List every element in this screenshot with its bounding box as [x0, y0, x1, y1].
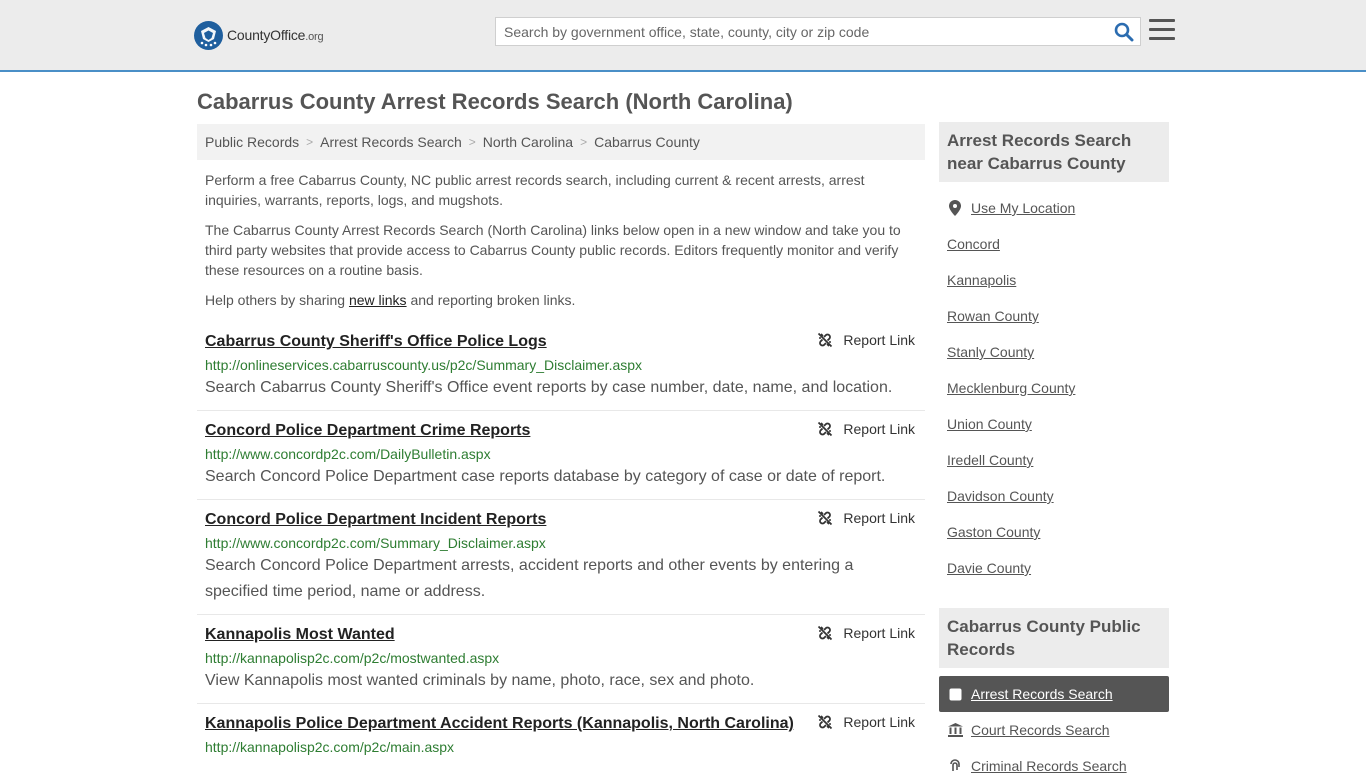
report-link-button[interactable]: Report Link: [817, 421, 915, 437]
records-link-court-records-search[interactable]: Court Records Search: [939, 712, 1169, 748]
report-link-label: Report Link: [843, 421, 915, 437]
breadcrumb-arrest-records-search[interactable]: Arrest Records Search: [320, 134, 462, 150]
result-description: Search Concord Police Department case re…: [205, 468, 886, 485]
report-link-label: Report Link: [843, 510, 915, 526]
records-link-arrest-records-search[interactable]: Arrest Records Search: [939, 676, 1169, 712]
result-item: Kannapolis Most Wanted Report Link http:…: [197, 615, 925, 704]
breadcrumb-separator: >: [306, 135, 314, 149]
result-url[interactable]: http://onlineservices.cabarruscounty.us/…: [205, 356, 917, 374]
site-logo[interactable]: CountyOffice.org: [194, 20, 324, 50]
report-link-button[interactable]: Report Link: [817, 625, 915, 641]
sidebar-public-records: Cabarrus County Public Records Arrest Re…: [939, 608, 1169, 784]
records-link-criminal-records-search[interactable]: Criminal Records Search: [939, 748, 1169, 784]
hamburger-menu-icon[interactable]: [1149, 19, 1175, 43]
nearby-link-stanly-county[interactable]: Stanly County: [939, 334, 1169, 370]
report-link-label: Report Link: [843, 714, 915, 730]
intro-paragraph-2: The Cabarrus County Arrest Records Searc…: [205, 222, 901, 278]
fingerprint-icon: [947, 759, 963, 773]
report-link-label: Report Link: [843, 625, 915, 641]
intro-paragraph-1: Perform a free Cabarrus County, NC publi…: [205, 172, 865, 208]
results-list: Cabarrus County Sheriff's Office Police …: [197, 322, 925, 765]
logo-badge-icon: [194, 20, 223, 50]
broken-link-icon: [818, 510, 833, 526]
nearby-link-davidson-county[interactable]: Davidson County: [939, 478, 1169, 514]
sidebar-nearby-heading: Arrest Records Search near Cabarrus Coun…: [939, 122, 1169, 182]
report-link-button[interactable]: Report Link: [817, 332, 915, 348]
search-icon[interactable]: [1114, 22, 1134, 42]
result-title-link[interactable]: Kannapolis Police Department Accident Re…: [205, 714, 794, 734]
result-url[interactable]: http://www.concordp2c.com/DailyBulletin.…: [205, 445, 917, 463]
result-description: Search Concord Police Department arrests…: [205, 557, 854, 600]
result-title-link[interactable]: Cabarrus County Sheriff's Office Police …: [205, 332, 547, 352]
result-url[interactable]: http://www.concordp2c.com/Summary_Discla…: [205, 534, 917, 552]
result-description: View Kannapolis most wanted criminals by…: [205, 672, 755, 689]
broken-link-icon: [818, 625, 833, 641]
breadcrumb-public-records[interactable]: Public Records: [205, 134, 299, 150]
result-item: Kannapolis Police Department Accident Re…: [197, 704, 925, 765]
intro-paragraph-3: Help others by sharing new links and rep…: [205, 292, 576, 308]
breadcrumb-cabarrus-county[interactable]: Cabarrus County: [594, 134, 700, 150]
use-my-location-link[interactable]: Use My Location: [939, 190, 1169, 226]
square-icon: [947, 688, 963, 701]
result-url[interactable]: http://kannapolisp2c.com/p2c/mostwanted.…: [205, 649, 917, 667]
courthouse-icon: [947, 723, 963, 737]
nearby-link-kannapolis[interactable]: Kannapolis: [939, 262, 1169, 298]
breadcrumb-separator: >: [468, 135, 476, 149]
report-link-button[interactable]: Report Link: [817, 714, 915, 730]
logo-text: CountyOffice.org: [227, 27, 324, 43]
nearby-link-rowan-county[interactable]: Rowan County: [939, 298, 1169, 334]
report-link-label: Report Link: [843, 332, 915, 348]
nearby-link-davie-county[interactable]: Davie County: [939, 550, 1169, 586]
nearby-link-gaston-county[interactable]: Gaston County: [939, 514, 1169, 550]
result-url[interactable]: http://kannapolisp2c.com/p2c/main.aspx: [205, 738, 917, 756]
result-title-link[interactable]: Concord Police Department Crime Reports: [205, 421, 530, 441]
breadcrumb-north-carolina[interactable]: North Carolina: [483, 134, 573, 150]
result-description: Search Cabarrus County Sheriff's Office …: [205, 379, 893, 396]
result-title-link[interactable]: Concord Police Department Incident Repor…: [205, 510, 546, 530]
top-bar: CountyOffice.org: [0, 0, 1366, 72]
sidebar-nearby: Arrest Records Search near Cabarrus Coun…: [939, 122, 1169, 586]
result-item: Concord Police Department Crime Reports …: [197, 411, 925, 500]
breadcrumb-separator: >: [580, 135, 588, 149]
nearby-link-concord[interactable]: Concord: [939, 226, 1169, 262]
page-title: Cabarrus County Arrest Records Search (N…: [197, 89, 793, 114]
new-links-link[interactable]: new links: [349, 292, 407, 308]
broken-link-icon: [818, 714, 833, 730]
broken-link-icon: [818, 421, 833, 437]
nearby-link-iredell-county[interactable]: Iredell County: [939, 442, 1169, 478]
search-box: [495, 17, 1141, 46]
result-title-link[interactable]: Kannapolis Most Wanted: [205, 625, 395, 645]
map-pin-icon: [947, 200, 963, 216]
result-item: Concord Police Department Incident Repor…: [197, 500, 925, 615]
breadcrumb: Public Records > Arrest Records Search >…: [197, 124, 925, 160]
broken-link-icon: [818, 332, 833, 348]
sidebar-records-heading: Cabarrus County Public Records: [939, 608, 1169, 668]
search-input[interactable]: [496, 18, 1096, 45]
nearby-link-mecklenburg-county[interactable]: Mecklenburg County: [939, 370, 1169, 406]
report-link-button[interactable]: Report Link: [817, 510, 915, 526]
result-item: Cabarrus County Sheriff's Office Police …: [197, 322, 925, 411]
nearby-link-union-county[interactable]: Union County: [939, 406, 1169, 442]
